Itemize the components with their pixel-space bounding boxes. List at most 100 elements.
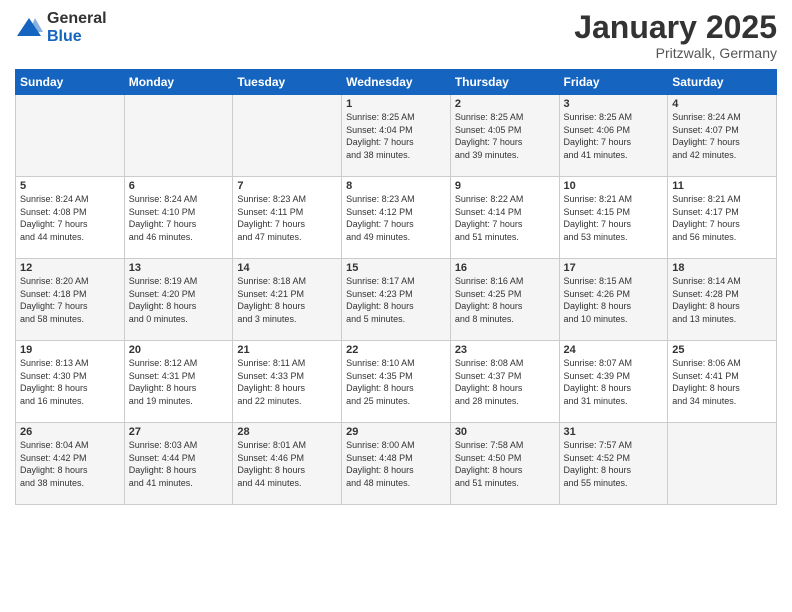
day-info: Sunrise: 8:18 AM Sunset: 4:21 PM Dayligh… [237,275,337,325]
table-row: 26Sunrise: 8:04 AM Sunset: 4:42 PM Dayli… [16,423,125,505]
day-number: 15 [346,262,446,274]
day-number: 22 [346,344,446,356]
day-number: 24 [564,344,664,356]
table-row: 25Sunrise: 8:06 AM Sunset: 4:41 PM Dayli… [668,341,777,423]
day-number: 8 [346,180,446,192]
day-info: Sunrise: 8:07 AM Sunset: 4:39 PM Dayligh… [564,357,664,407]
day-info: Sunrise: 8:21 AM Sunset: 4:17 PM Dayligh… [672,193,772,243]
day-number: 23 [455,344,555,356]
day-info: Sunrise: 8:12 AM Sunset: 4:31 PM Dayligh… [129,357,229,407]
day-number: 26 [20,426,120,438]
day-number: 13 [129,262,229,274]
table-row [668,423,777,505]
day-number: 2 [455,98,555,110]
day-info: Sunrise: 8:06 AM Sunset: 4:41 PM Dayligh… [672,357,772,407]
day-number: 19 [20,344,120,356]
table-row: 24Sunrise: 8:07 AM Sunset: 4:39 PM Dayli… [559,341,668,423]
calendar-table: Sunday Monday Tuesday Wednesday Thursday… [15,69,777,505]
day-number: 20 [129,344,229,356]
location-subtitle: Pritzwalk, Germany [574,45,777,61]
day-number: 31 [564,426,664,438]
table-row: 1Sunrise: 8:25 AM Sunset: 4:04 PM Daylig… [342,95,451,177]
day-info: Sunrise: 8:16 AM Sunset: 4:25 PM Dayligh… [455,275,555,325]
header-wednesday: Wednesday [342,70,451,95]
day-number: 18 [672,262,772,274]
table-row: 29Sunrise: 8:00 AM Sunset: 4:48 PM Dayli… [342,423,451,505]
day-info: Sunrise: 8:22 AM Sunset: 4:14 PM Dayligh… [455,193,555,243]
table-row: 27Sunrise: 8:03 AM Sunset: 4:44 PM Dayli… [124,423,233,505]
header-sunday: Sunday [16,70,125,95]
table-row [16,95,125,177]
calendar-week-2: 5Sunrise: 8:24 AM Sunset: 4:08 PM Daylig… [16,177,777,259]
table-row: 5Sunrise: 8:24 AM Sunset: 4:08 PM Daylig… [16,177,125,259]
day-info: Sunrise: 8:19 AM Sunset: 4:20 PM Dayligh… [129,275,229,325]
table-row: 12Sunrise: 8:20 AM Sunset: 4:18 PM Dayli… [16,259,125,341]
header-tuesday: Tuesday [233,70,342,95]
day-info: Sunrise: 8:24 AM Sunset: 4:08 PM Dayligh… [20,193,120,243]
day-info: Sunrise: 8:10 AM Sunset: 4:35 PM Dayligh… [346,357,446,407]
day-number: 9 [455,180,555,192]
table-row: 13Sunrise: 8:19 AM Sunset: 4:20 PM Dayli… [124,259,233,341]
table-row: 14Sunrise: 8:18 AM Sunset: 4:21 PM Dayli… [233,259,342,341]
day-info: Sunrise: 8:04 AM Sunset: 4:42 PM Dayligh… [20,439,120,489]
table-row: 2Sunrise: 8:25 AM Sunset: 4:05 PM Daylig… [450,95,559,177]
day-info: Sunrise: 8:03 AM Sunset: 4:44 PM Dayligh… [129,439,229,489]
day-info: Sunrise: 8:13 AM Sunset: 4:30 PM Dayligh… [20,357,120,407]
table-row: 16Sunrise: 8:16 AM Sunset: 4:25 PM Dayli… [450,259,559,341]
table-row [124,95,233,177]
logo: General Blue [15,10,107,45]
page-header: General Blue January 2025 Pritzwalk, Ger… [15,10,777,61]
day-info: Sunrise: 8:11 AM Sunset: 4:33 PM Dayligh… [237,357,337,407]
calendar-week-1: 1Sunrise: 8:25 AM Sunset: 4:04 PM Daylig… [16,95,777,177]
day-info: Sunrise: 8:15 AM Sunset: 4:26 PM Dayligh… [564,275,664,325]
day-number: 21 [237,344,337,356]
calendar-week-3: 12Sunrise: 8:20 AM Sunset: 4:18 PM Dayli… [16,259,777,341]
table-row: 22Sunrise: 8:10 AM Sunset: 4:35 PM Dayli… [342,341,451,423]
table-row: 10Sunrise: 8:21 AM Sunset: 4:15 PM Dayli… [559,177,668,259]
day-info: Sunrise: 8:25 AM Sunset: 4:06 PM Dayligh… [564,111,664,161]
header-thursday: Thursday [450,70,559,95]
table-row: 7Sunrise: 8:23 AM Sunset: 4:11 PM Daylig… [233,177,342,259]
day-number: 7 [237,180,337,192]
table-row: 11Sunrise: 8:21 AM Sunset: 4:17 PM Dayli… [668,177,777,259]
table-row: 15Sunrise: 8:17 AM Sunset: 4:23 PM Dayli… [342,259,451,341]
table-row: 30Sunrise: 7:58 AM Sunset: 4:50 PM Dayli… [450,423,559,505]
table-row: 28Sunrise: 8:01 AM Sunset: 4:46 PM Dayli… [233,423,342,505]
header-friday: Friday [559,70,668,95]
day-number: 4 [672,98,772,110]
month-title: January 2025 [574,10,777,45]
table-row: 4Sunrise: 8:24 AM Sunset: 4:07 PM Daylig… [668,95,777,177]
day-number: 30 [455,426,555,438]
table-row: 31Sunrise: 7:57 AM Sunset: 4:52 PM Dayli… [559,423,668,505]
day-number: 6 [129,180,229,192]
day-number: 28 [237,426,337,438]
day-info: Sunrise: 8:24 AM Sunset: 4:07 PM Dayligh… [672,111,772,161]
logo-blue-text: Blue [47,28,107,46]
day-info: Sunrise: 8:21 AM Sunset: 4:15 PM Dayligh… [564,193,664,243]
day-info: Sunrise: 8:08 AM Sunset: 4:37 PM Dayligh… [455,357,555,407]
day-info: Sunrise: 8:14 AM Sunset: 4:28 PM Dayligh… [672,275,772,325]
header-saturday: Saturday [668,70,777,95]
logo-general-text: General [47,10,107,28]
header-monday: Monday [124,70,233,95]
day-info: Sunrise: 8:23 AM Sunset: 4:11 PM Dayligh… [237,193,337,243]
day-number: 16 [455,262,555,274]
table-row: 20Sunrise: 8:12 AM Sunset: 4:31 PM Dayli… [124,341,233,423]
day-info: Sunrise: 8:00 AM Sunset: 4:48 PM Dayligh… [346,439,446,489]
table-row: 8Sunrise: 8:23 AM Sunset: 4:12 PM Daylig… [342,177,451,259]
table-row: 3Sunrise: 8:25 AM Sunset: 4:06 PM Daylig… [559,95,668,177]
day-number: 10 [564,180,664,192]
table-row: 18Sunrise: 8:14 AM Sunset: 4:28 PM Dayli… [668,259,777,341]
calendar-week-5: 26Sunrise: 8:04 AM Sunset: 4:42 PM Dayli… [16,423,777,505]
day-number: 3 [564,98,664,110]
day-number: 14 [237,262,337,274]
calendar-header-row: Sunday Monday Tuesday Wednesday Thursday… [16,70,777,95]
day-info: Sunrise: 8:23 AM Sunset: 4:12 PM Dayligh… [346,193,446,243]
day-info: Sunrise: 7:58 AM Sunset: 4:50 PM Dayligh… [455,439,555,489]
logo-icon [15,14,43,42]
day-info: Sunrise: 8:24 AM Sunset: 4:10 PM Dayligh… [129,193,229,243]
day-info: Sunrise: 8:20 AM Sunset: 4:18 PM Dayligh… [20,275,120,325]
table-row [233,95,342,177]
title-section: January 2025 Pritzwalk, Germany [574,10,777,61]
table-row: 21Sunrise: 8:11 AM Sunset: 4:33 PM Dayli… [233,341,342,423]
